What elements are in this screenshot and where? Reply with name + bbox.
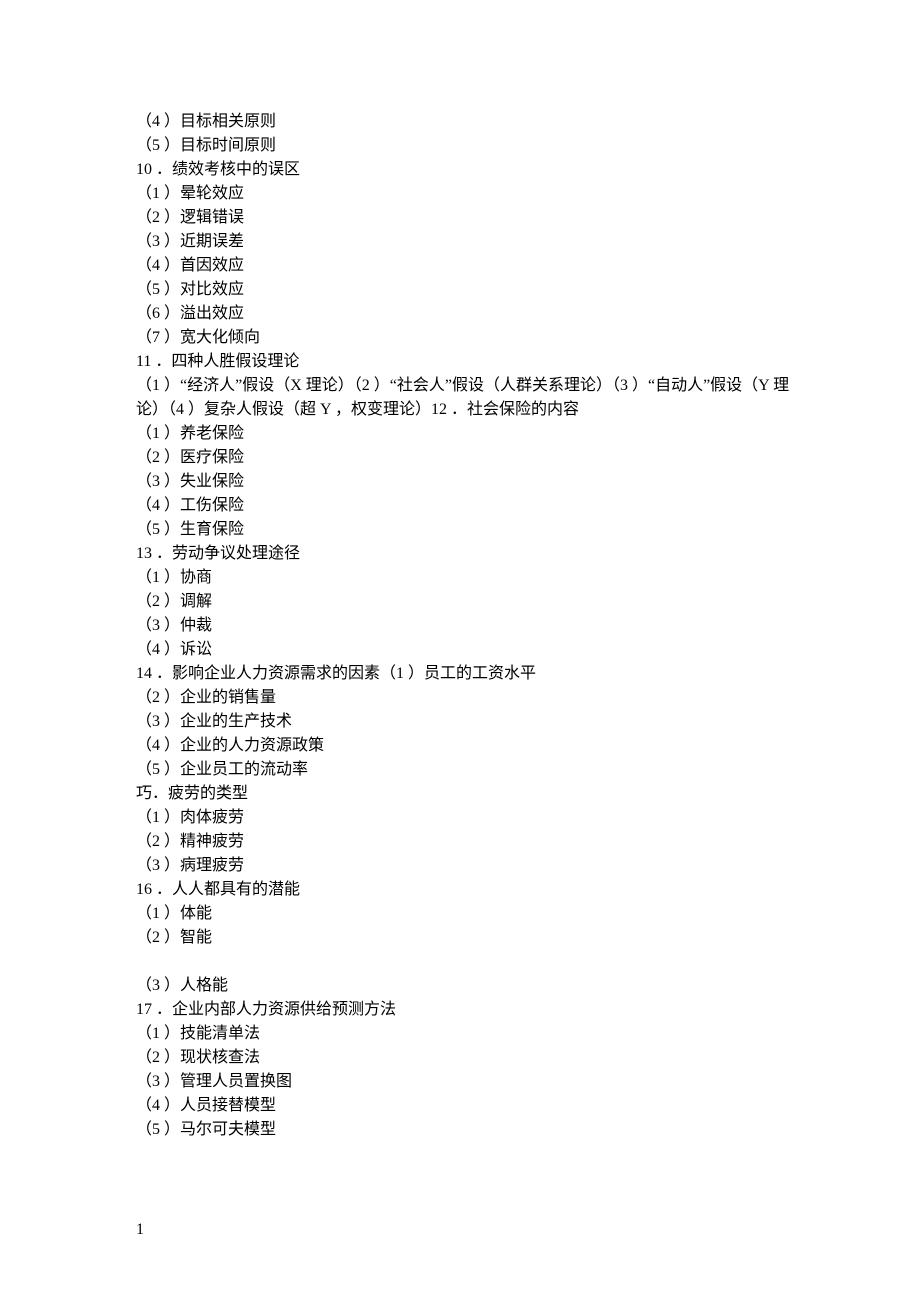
- text-line: （1 ）技能清单法: [136, 1022, 790, 1046]
- text-line: （2 ）现状核查法: [136, 1046, 790, 1070]
- text-line: 17 ．企业内部人力资源供给预测方法: [136, 998, 790, 1022]
- text-line: 11 ．四种人胜假设理论: [136, 350, 790, 374]
- text-line: （3 ）人格能: [136, 974, 790, 998]
- text-line: （4 ）首因效应: [136, 254, 790, 278]
- text-line: （1 ）养老保险: [136, 422, 790, 446]
- text-line: 16 ．人人都具有的潜能: [136, 878, 790, 902]
- paragraph-gap: [136, 950, 790, 974]
- page-number: 1: [136, 1218, 144, 1242]
- text-line: （1 ）晕轮效应: [136, 182, 790, 206]
- text-line: （1 ）体能: [136, 902, 790, 926]
- text-line: （3 ）失业保险: [136, 470, 790, 494]
- text-line: （2 ）智能: [136, 926, 790, 950]
- text-line: （4 ）诉讼: [136, 638, 790, 662]
- text-line: （5 ）生育保险: [136, 518, 790, 542]
- text-line: （3 ）病理疲劳: [136, 854, 790, 878]
- text-line: （5 ）对比效应: [136, 278, 790, 302]
- text-line: （5 ）马尔可夫模型: [136, 1118, 790, 1142]
- text-line: （3 ）近期误差: [136, 230, 790, 254]
- text-line: （3 ）仲裁: [136, 614, 790, 638]
- text-line: （5 ）目标时间原则: [136, 134, 790, 158]
- text-line: （4 ）企业的人力资源政策: [136, 734, 790, 758]
- text-line: （2 ）逻辑错误: [136, 206, 790, 230]
- text-line: （2 ）精神疲劳: [136, 830, 790, 854]
- text-line: （7 ）宽大化倾向: [136, 326, 790, 350]
- text-line: （5 ）企业员工的流动率: [136, 758, 790, 782]
- text-line: （3 ）管理人员置换图: [136, 1070, 790, 1094]
- text-line: （2 ）医疗保险: [136, 446, 790, 470]
- text-line: （1 ）“经济人”假设（X 理论）（2 ）“社会人”假设（人群关系理论）（3 ）…: [136, 374, 790, 422]
- text-line: 巧．疲劳的类型: [136, 782, 790, 806]
- text-line: （2 ）调解: [136, 590, 790, 614]
- text-line: （6 ）溢出效应: [136, 302, 790, 326]
- document-page: （4 ）目标相关原则（5 ）目标时间原则10 ．绩效考核中的误区（1 ）晕轮效应…: [0, 0, 920, 1302]
- text-line: （1 ）协商: [136, 566, 790, 590]
- text-line: 10 ．绩效考核中的误区: [136, 158, 790, 182]
- text-line: （3 ）企业的生产技术: [136, 710, 790, 734]
- text-body-continued: （3 ）人格能17 ．企业内部人力资源供给预测方法（1 ）技能清单法（2 ）现状…: [136, 974, 790, 1142]
- text-line: （4 ）目标相关原则: [136, 110, 790, 134]
- text-line: （4 ）工伤保险: [136, 494, 790, 518]
- text-line: 13 ．劳动争议处理途径: [136, 542, 790, 566]
- text-line: （4 ）人员接替模型: [136, 1094, 790, 1118]
- text-line: （2 ）企业的销售量: [136, 686, 790, 710]
- text-line: 14 ．影响企业人力资源需求的因素（1 ）员工的工资水平: [136, 662, 790, 686]
- text-body: （4 ）目标相关原则（5 ）目标时间原则10 ．绩效考核中的误区（1 ）晕轮效应…: [136, 110, 790, 950]
- text-line: （1 ）肉体疲劳: [136, 806, 790, 830]
